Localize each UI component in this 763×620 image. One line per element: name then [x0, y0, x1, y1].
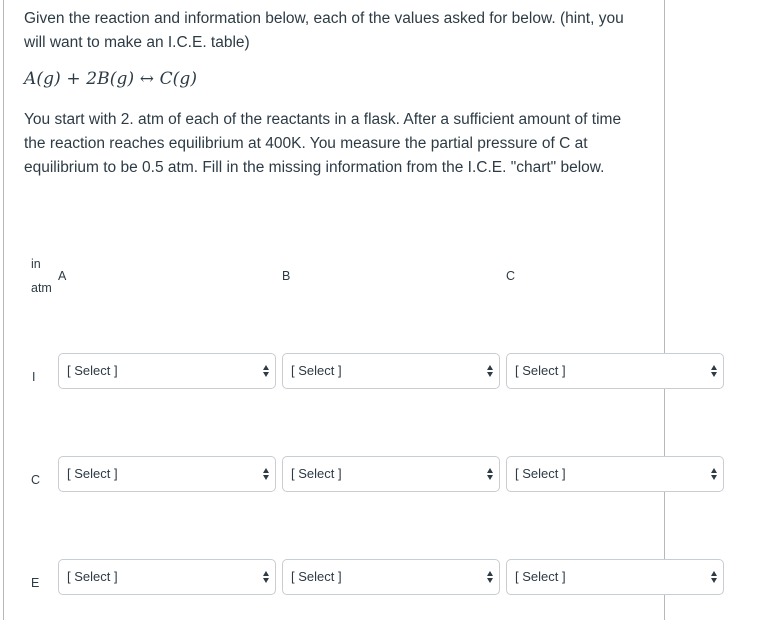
select-value: [ Select ]	[291, 569, 342, 584]
select-arrows-icon	[486, 571, 494, 585]
select-value: [ Select ]	[515, 569, 566, 584]
question-intro: Given the reaction and information below…	[24, 10, 624, 51]
select-value: [ Select ]	[67, 466, 118, 481]
unit-label-atm: atm	[31, 281, 52, 295]
select-value: [ Select ]	[67, 363, 118, 378]
row-label-equilibrium: E	[31, 576, 40, 590]
select-value: [ Select ]	[291, 363, 342, 378]
select-change-a[interactable]: [ Select ]	[58, 456, 276, 492]
select-initial-b[interactable]: [ Select ]	[282, 353, 500, 389]
reactant-a: A(g)	[24, 69, 61, 89]
select-value: [ Select ]	[67, 569, 118, 584]
question-text: Given the reaction and information below…	[24, 6, 644, 180]
select-initial-a[interactable]: [ Select ]	[58, 353, 276, 389]
select-arrows-icon	[262, 365, 270, 379]
select-arrows-icon	[710, 365, 718, 379]
reactant-b: 2B(g)	[86, 69, 135, 89]
content-right-border	[664, 0, 665, 620]
column-header-b: B	[282, 269, 291, 283]
unit-label-in: in	[31, 257, 41, 271]
reaction-equation: A(g) + 2B(g) ↔ C(g)	[24, 69, 644, 93]
plus-sign: +	[66, 69, 81, 89]
select-value: [ Select ]	[291, 466, 342, 481]
product-c: C(g)	[159, 69, 198, 89]
column-header-c: C	[506, 269, 516, 283]
select-equilibrium-a[interactable]: [ Select ]	[58, 559, 276, 595]
select-change-b[interactable]: [ Select ]	[282, 456, 500, 492]
select-initial-c[interactable]: [ Select ]	[506, 353, 724, 389]
question-details: You start with 2. atm of each of the rea…	[24, 111, 622, 176]
select-arrows-icon	[710, 468, 718, 482]
select-change-c[interactable]: [ Select ]	[506, 456, 724, 492]
select-arrows-icon	[262, 468, 270, 482]
select-value: [ Select ]	[515, 466, 566, 481]
select-arrows-icon	[486, 365, 494, 379]
row-label-change: C	[31, 473, 41, 487]
equilibrium-arrow-icon: ↔	[139, 69, 155, 89]
select-arrows-icon	[262, 571, 270, 585]
select-arrows-icon	[710, 571, 718, 585]
select-value: [ Select ]	[515, 363, 566, 378]
content-left-border	[3, 0, 4, 620]
select-equilibrium-b[interactable]: [ Select ]	[282, 559, 500, 595]
select-arrows-icon	[486, 468, 494, 482]
row-label-initial: I	[32, 370, 36, 384]
select-equilibrium-c[interactable]: [ Select ]	[506, 559, 724, 595]
column-header-a: A	[58, 269, 67, 283]
